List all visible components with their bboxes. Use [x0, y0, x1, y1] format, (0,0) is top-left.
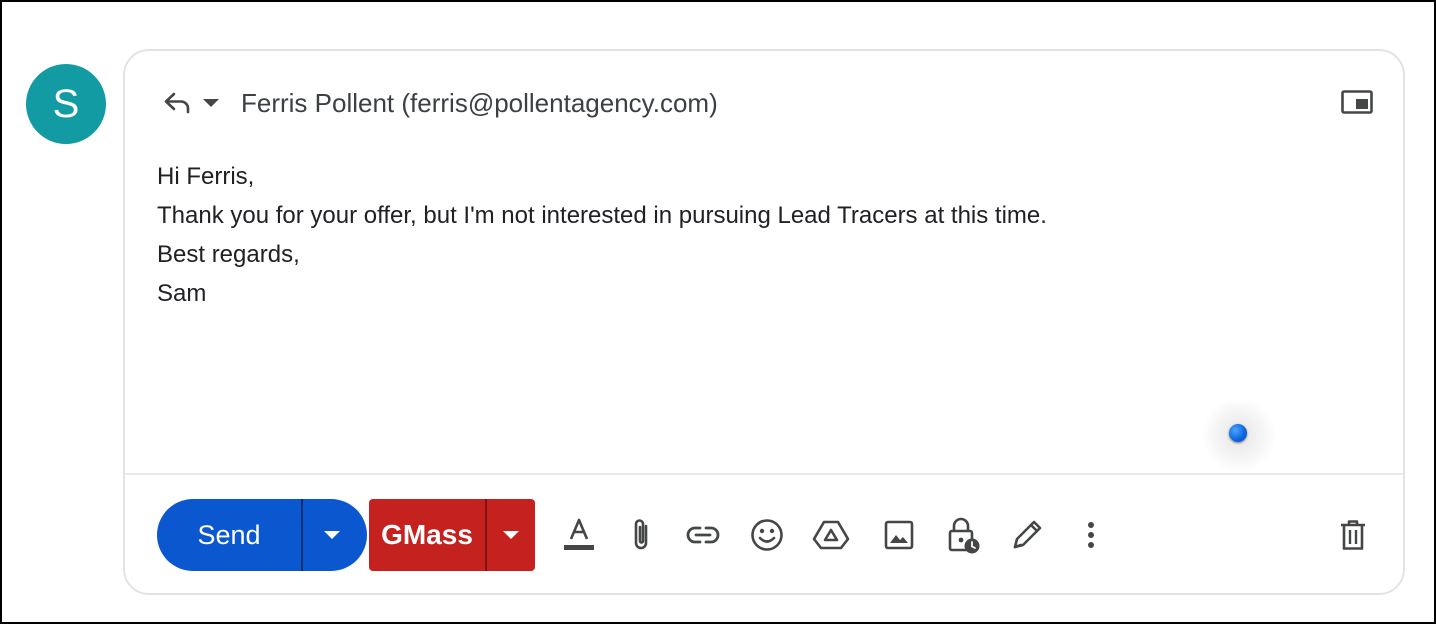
recipient-address[interactable]: Ferris Pollent (ferris@pollentagency.com… — [241, 88, 718, 119]
text-format-icon[interactable] — [559, 515, 599, 555]
gmass-button[interactable]: GMass — [369, 499, 485, 571]
gmass-button-group: GMass — [369, 499, 535, 571]
emoji-icon[interactable] — [747, 515, 787, 555]
avatar-initial: S — [52, 81, 80, 126]
image-icon[interactable] — [879, 515, 919, 555]
send-options-chevron-icon[interactable] — [303, 499, 367, 571]
popout-icon[interactable] — [1341, 89, 1373, 115]
reply-icon[interactable] — [161, 87, 193, 119]
mouse-cursor-indicator — [1201, 397, 1277, 473]
message-line: Thank you for your offer, but I'm not in… — [157, 202, 1047, 229]
link-icon[interactable] — [683, 515, 723, 555]
compose-header: Ferris Pollent (ferris@pollentagency.com… — [161, 85, 1373, 121]
gmass-options-chevron-icon[interactable] — [487, 499, 535, 571]
signature-icon[interactable] — [1007, 515, 1047, 555]
drive-icon[interactable] — [811, 515, 851, 555]
message-body[interactable]: Hi Ferris, Thank you for your offer, but… — [157, 157, 1363, 313]
avatar: S — [26, 64, 106, 144]
more-options-icon[interactable] — [1071, 515, 1111, 555]
message-line: Sam — [157, 280, 207, 307]
compose-toolbar: Send GMass — [157, 499, 1373, 571]
send-button[interactable]: Send — [157, 499, 301, 571]
message-line: Best regards, — [157, 241, 300, 268]
trash-icon[interactable] — [1333, 515, 1373, 555]
attach-icon[interactable] — [621, 515, 661, 555]
confidential-mode-icon[interactable] — [943, 515, 983, 555]
toolbar-divider — [125, 473, 1403, 475]
reply-compose-card: Ferris Pollent (ferris@pollentagency.com… — [123, 49, 1405, 595]
send-button-group: Send — [157, 499, 367, 571]
chevron-down-icon[interactable] — [201, 93, 221, 113]
message-line: Hi Ferris, — [157, 163, 255, 190]
